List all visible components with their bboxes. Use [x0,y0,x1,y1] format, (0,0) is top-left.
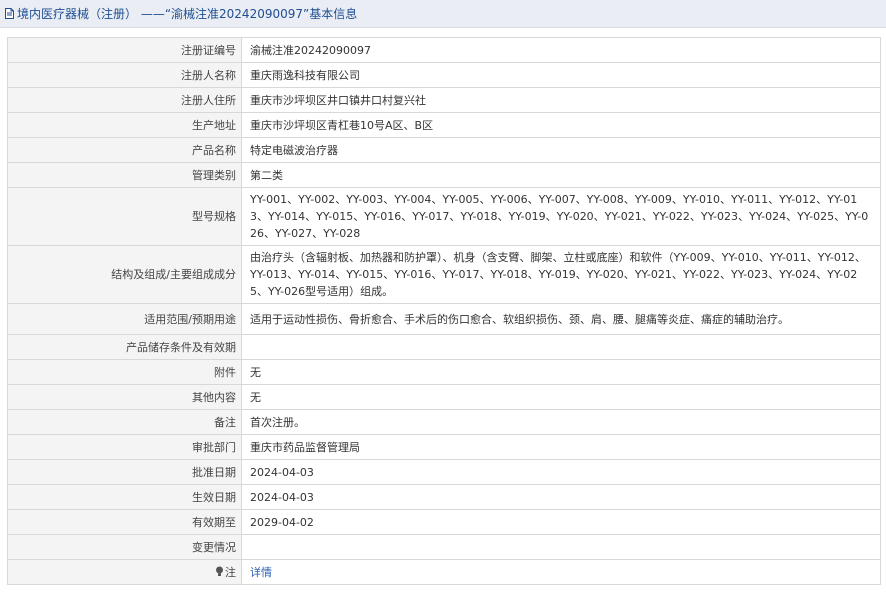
row-label: 产品储存条件及有效期 [7,334,242,360]
row-value: 第二类 [241,162,881,188]
row-value: 渝械注准20242090097 [241,37,881,63]
row-value [241,534,881,560]
row-label: 变更情况 [7,534,242,560]
table-row: 适用范围/预期用途 适用于运动性损伤、骨折愈合、手术后的伤口愈合、软组织损伤、颈、… [7,303,881,335]
row-label: 审批部门 [7,434,242,460]
table-row: 注册人住所 重庆市沙坪坝区井口镇井口村复兴社 [7,87,881,113]
row-label: 型号规格 [7,187,242,246]
document-icon [5,8,14,19]
table-row: 产品名称 特定电磁波治疗器 [7,137,881,163]
row-value: 重庆市药品监督管理局 [241,434,881,460]
table-row: 生效日期 2024-04-03 [7,484,881,510]
row-label: 管理类别 [7,162,242,188]
table-row: 附件无 [7,359,881,385]
row-value: 2024-04-03 [241,459,881,485]
table-row: 生产地址 重庆市沙坪坝区青杠巷10号A区、B区 [7,112,881,138]
row-label: 生产地址 [7,112,242,138]
row-label: 注册人住所 [7,87,242,113]
note-label: 注 [225,565,236,579]
page-header: 境内医疗器械（注册） ——“渝械注准20242090097”基本信息 [0,0,886,28]
row-value: 无 [241,384,881,410]
row-value: 重庆市沙坪坝区青杠巷10号A区、B区 [241,112,881,138]
table-row: 管理类别 第二类 [7,162,881,188]
table-row-note: 注 详情 [7,559,881,585]
row-label: 产品名称 [7,137,242,163]
row-value: 详情 [241,559,881,585]
row-label: 注 [7,559,242,585]
row-label: 附件 [7,359,242,385]
details-link[interactable]: 详情 [250,566,272,579]
row-value [241,334,881,360]
lightbulb-icon [215,565,224,576]
row-value: 适用于运动性损伤、骨折愈合、手术后的伤口愈合、软组织损伤、颈、肩、腰、腿痛等炎症… [241,303,881,335]
table-row: 注册人名称 重庆雨逸科技有限公司 [7,62,881,88]
row-value: 重庆市沙坪坝区井口镇井口村复兴社 [241,87,881,113]
row-value: 首次注册。 [241,409,881,435]
row-label: 备注 [7,409,242,435]
row-label: 注册证编号 [7,37,242,63]
table-row: 型号规格 YY-001、YY-002、YY-003、YY-004、YY-005、Y… [7,187,881,246]
row-value: 2029-04-02 [241,509,881,535]
row-value: 2024-04-03 [241,484,881,510]
row-label: 注册人名称 [7,62,242,88]
table-row: 注册证编号 渝械注准20242090097 [7,37,881,63]
table-row: 备注 首次注册。 [7,409,881,435]
table-row: 产品储存条件及有效期 [7,334,881,360]
row-label: 有效期至 [7,509,242,535]
page-title: 境内医疗器械（注册） ——“渝械注准20242090097”基本信息 [17,7,358,21]
row-label: 其他内容 [7,384,242,410]
table-row: 有效期至 2029-04-02 [7,509,881,535]
info-table-wrap: 注册证编号 渝械注准20242090097 注册人名称 重庆雨逸科技有限公司 注册人… [7,37,881,585]
row-label: 生效日期 [7,484,242,510]
table-row: 其他内容无 [7,384,881,410]
row-label: 结构及组成/主要组成成分 [7,245,242,304]
table-row: 审批部门 重庆市药品监督管理局 [7,434,881,460]
row-value: YY-001、YY-002、YY-003、YY-004、YY-005、YY-00… [241,187,881,246]
row-value: 特定电磁波治疗器 [241,137,881,163]
info-table: 注册证编号 渝械注准20242090097 注册人名称 重庆雨逸科技有限公司 注册人… [7,37,881,585]
row-value: 重庆雨逸科技有限公司 [241,62,881,88]
row-value: 由治疗头（含辐射板、加热器和防护罩）、机身（含支臂、脚架、立柱或底座）和软件（Y… [241,245,881,304]
row-label: 批准日期 [7,459,242,485]
table-row: 变更情况 [7,534,881,560]
table-row: 批准日期 2024-04-03 [7,459,881,485]
row-value: 无 [241,359,881,385]
table-row: 结构及组成/主要组成成分 由治疗头（含辐射板、加热器和防护罩）、机身（含支臂、脚架… [7,245,881,304]
row-label: 适用范围/预期用途 [7,303,242,335]
